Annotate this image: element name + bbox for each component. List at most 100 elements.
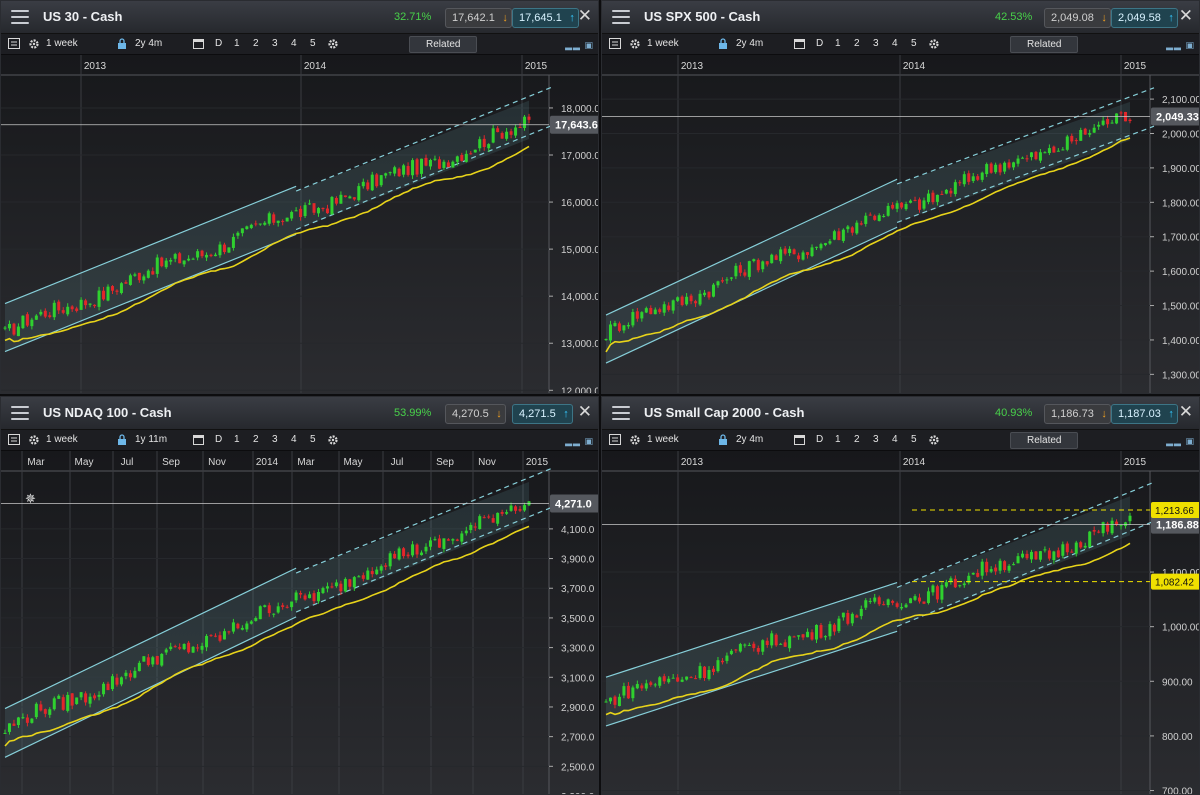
- price-candle: [182, 644, 186, 650]
- price-chart[interactable]: 2013 2014 2015 2,100.00 2,000.00 1,900.00 1,80…: [602, 55, 1200, 394]
- price-candle: [617, 696, 621, 707]
- price-candle: [841, 229, 845, 241]
- buy-price-button[interactable]: 2,049.58 ↑: [1111, 8, 1178, 28]
- chart-type-icon[interactable]: [8, 434, 20, 445]
- period-button-5[interactable]: 5: [911, 38, 917, 50]
- price-candle: [720, 660, 724, 663]
- lock-icon[interactable]: [117, 38, 129, 49]
- period-button-D[interactable]: D: [215, 38, 222, 50]
- gear-icon[interactable]: [28, 434, 40, 445]
- price-candle: [187, 258, 191, 261]
- buy-price-button[interactable]: 1,187.03 ↑: [1111, 404, 1178, 424]
- gear-icon[interactable]: [629, 434, 641, 445]
- price-candle: [66, 306, 70, 315]
- period-button-5[interactable]: 5: [911, 434, 917, 446]
- close-icon[interactable]: ✕: [578, 7, 592, 25]
- period-button-D[interactable]: D: [816, 434, 823, 446]
- settings-gear-icon[interactable]: [327, 38, 339, 49]
- price-candle: [1003, 162, 1007, 172]
- sell-price-button[interactable]: 4,270.5 ↓: [445, 404, 506, 424]
- sell-price-button[interactable]: 17,642.1 ↓: [445, 8, 512, 28]
- calendar-icon[interactable]: [794, 38, 806, 49]
- period-button-3[interactable]: 3: [873, 38, 879, 50]
- price-candle: [442, 161, 446, 168]
- period-button-D[interactable]: D: [215, 434, 222, 446]
- close-icon[interactable]: ✕: [1179, 403, 1193, 421]
- price-candle: [1047, 550, 1051, 559]
- range-select[interactable]: 2y 4m: [135, 38, 162, 50]
- crosshair-settings-icon[interactable]: ✵: [25, 491, 36, 506]
- period-button-1[interactable]: 1: [835, 38, 841, 50]
- window-controls[interactable]: ▂▂ ▣: [565, 436, 594, 447]
- window-controls[interactable]: ▂▂ ▣: [1166, 40, 1195, 51]
- price-chart[interactable]: Mar May Jul Sep Nov 2014 Mar May Jul Sep Nov 2015 4,…: [1, 451, 599, 795]
- settings-gear-icon[interactable]: [327, 434, 339, 445]
- price-chart[interactable]: 2013 2014 2015 18,000.0 17,000.0 16,000.0 15,0…: [1, 55, 599, 394]
- hamburger-menu-icon[interactable]: [11, 406, 29, 420]
- period-button-4[interactable]: 4: [291, 38, 297, 50]
- timeframe-select[interactable]: 1 week: [46, 434, 78, 446]
- price-candle: [446, 539, 450, 541]
- lock-icon[interactable]: [718, 38, 730, 49]
- timeframe-select[interactable]: 1 week: [647, 434, 679, 446]
- settings-gear-icon[interactable]: [928, 38, 940, 49]
- price-candle: [680, 296, 684, 306]
- price-candle: [1007, 565, 1011, 571]
- close-icon[interactable]: ✕: [1179, 7, 1193, 25]
- hamburger-menu-icon[interactable]: [612, 10, 630, 24]
- lock-icon[interactable]: [718, 434, 730, 445]
- period-button-5[interactable]: 5: [310, 434, 316, 446]
- timeframe-select[interactable]: 1 week: [647, 38, 679, 50]
- settings-gear-icon[interactable]: [928, 434, 940, 445]
- gear-icon[interactable]: [629, 38, 641, 49]
- calendar-icon[interactable]: [794, 434, 806, 445]
- lock-icon[interactable]: [117, 434, 129, 445]
- period-button-2[interactable]: 2: [253, 38, 259, 50]
- period-button-5[interactable]: 5: [310, 38, 316, 50]
- period-button-4[interactable]: 4: [291, 434, 297, 446]
- period-button-2[interactable]: 2: [854, 434, 860, 446]
- price-candle: [433, 539, 437, 541]
- buy-price-button[interactable]: 4,271.5 ↑: [512, 404, 573, 424]
- window-controls[interactable]: ▂▂ ▣: [1166, 436, 1195, 447]
- sell-price-button[interactable]: 2,049.08 ↓: [1044, 8, 1111, 28]
- period-button-1[interactable]: 1: [234, 38, 240, 50]
- timeframe-select[interactable]: 1 week: [46, 38, 78, 50]
- related-button[interactable]: Related: [409, 36, 478, 53]
- sell-price-button[interactable]: 1,186.73 ↓: [1044, 404, 1111, 424]
- chart-type-icon[interactable]: [609, 434, 621, 445]
- range-select[interactable]: 2y 4m: [736, 38, 763, 50]
- related-button[interactable]: Related: [1010, 432, 1079, 449]
- period-button-D[interactable]: D: [816, 38, 823, 50]
- price-candle: [913, 596, 917, 600]
- related-button[interactable]: Related: [1010, 36, 1079, 53]
- period-button-2[interactable]: 2: [854, 38, 860, 50]
- hamburger-menu-icon[interactable]: [11, 10, 29, 24]
- close-icon[interactable]: ✕: [578, 403, 592, 421]
- price-candle: [649, 307, 653, 315]
- period-button-1[interactable]: 1: [835, 434, 841, 446]
- price-candle: [482, 138, 486, 148]
- period-button-4[interactable]: 4: [892, 434, 898, 446]
- price-candle: [379, 566, 383, 571]
- calendar-icon[interactable]: [193, 38, 205, 49]
- range-select[interactable]: 1y 11m: [135, 434, 167, 446]
- chart-type-icon[interactable]: [609, 38, 621, 49]
- gear-icon[interactable]: [28, 38, 40, 49]
- calendar-icon[interactable]: [193, 434, 205, 445]
- period-button-3[interactable]: 3: [873, 434, 879, 446]
- period-button-2[interactable]: 2: [253, 434, 259, 446]
- price-candle: [267, 605, 271, 614]
- chart-type-icon[interactable]: [8, 38, 20, 49]
- price-axis-label: 1,900.00: [1162, 164, 1200, 175]
- time-axis-label: Jul: [391, 457, 404, 468]
- range-select[interactable]: 2y 4m: [736, 434, 763, 446]
- window-controls[interactable]: ▂▂ ▣: [565, 40, 594, 51]
- period-button-3[interactable]: 3: [272, 38, 278, 50]
- buy-price-button[interactable]: 17,645.1 ↑: [512, 8, 579, 28]
- hamburger-menu-icon[interactable]: [612, 406, 630, 420]
- period-button-4[interactable]: 4: [892, 38, 898, 50]
- period-button-1[interactable]: 1: [234, 434, 240, 446]
- period-button-3[interactable]: 3: [272, 434, 278, 446]
- price-chart[interactable]: 2013 2014 20151,100.001,000.00900.00800.00…: [602, 451, 1200, 795]
